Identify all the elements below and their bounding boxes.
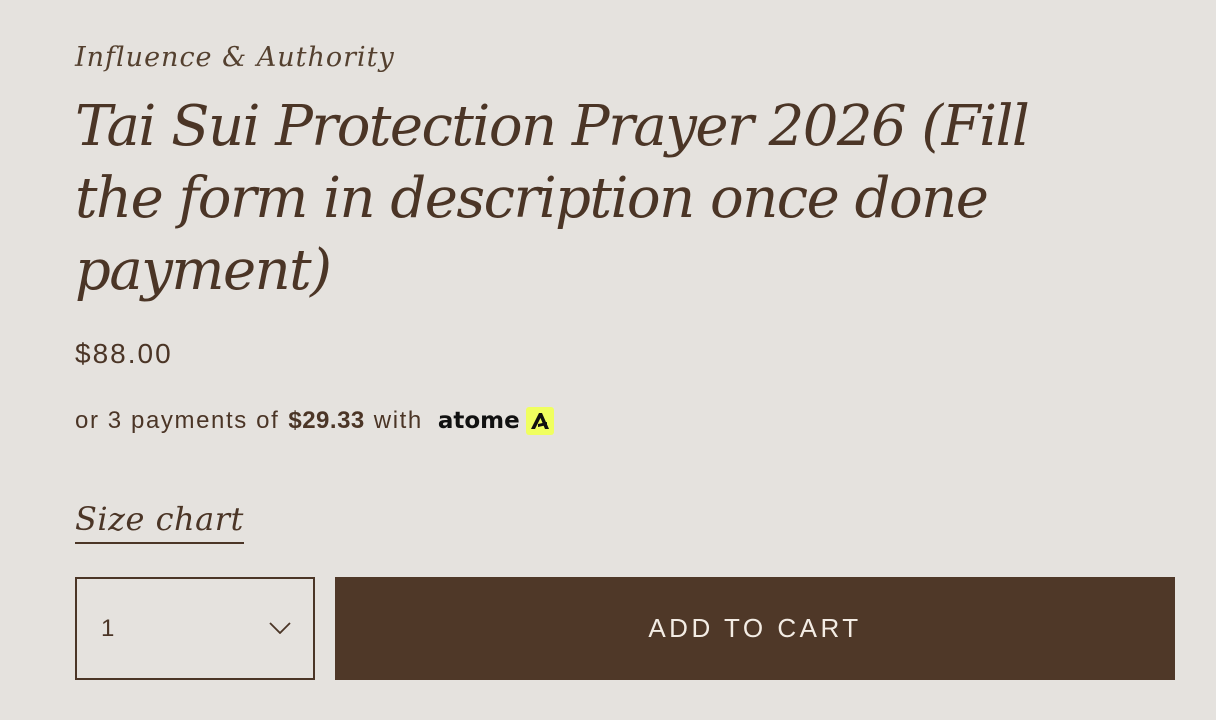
installment-suffix: with xyxy=(373,407,423,434)
product-vendor: Influence & Authority xyxy=(75,42,395,73)
installment-info: or 3 payments of $29.33 with atome xyxy=(75,404,554,438)
installment-amount: $29.33 xyxy=(288,407,365,434)
atome-wordmark: atome xyxy=(437,408,520,434)
product-info: Influence & Authority Tai Sui Protection… xyxy=(75,0,1175,720)
product-price: $88.00 xyxy=(75,338,173,369)
add-to-cart-button[interactable]: ADD TO CART xyxy=(335,577,1175,680)
atome-logo[interactable]: atome xyxy=(438,407,554,435)
product-title: Tai Sui Protection Prayer 2026 (Fill the… xyxy=(75,94,1030,303)
quantity-select[interactable]: 1 xyxy=(75,577,315,680)
atome-a-icon xyxy=(525,407,554,435)
size-chart-link[interactable]: Size chart xyxy=(75,500,244,544)
quantity-value: 1 xyxy=(101,614,115,642)
installment-prefix: or 3 payments of xyxy=(75,407,280,434)
chevron-down-icon xyxy=(269,619,291,638)
